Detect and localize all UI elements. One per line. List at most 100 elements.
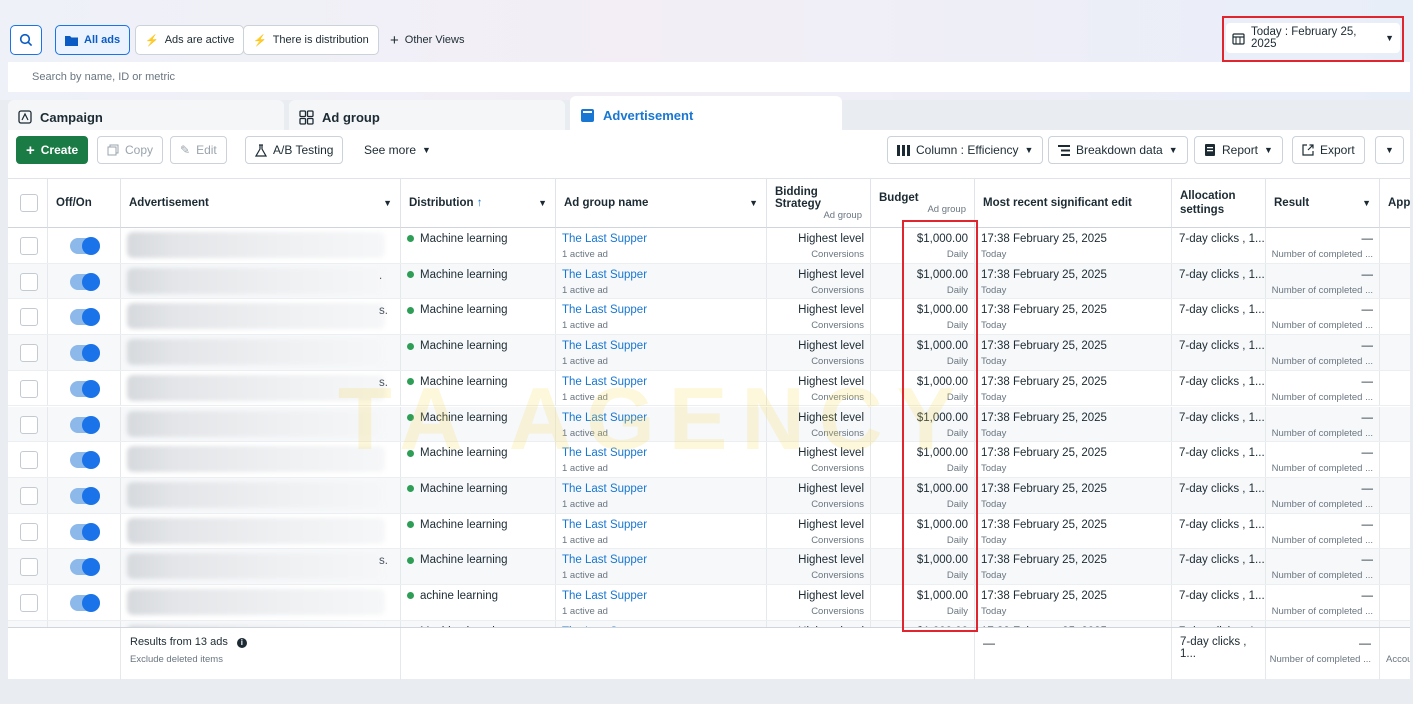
ad-group-link[interactable]: The Last Supper (562, 233, 647, 245)
row-checkbox[interactable] (20, 237, 38, 255)
ad-name-cell[interactable] (121, 513, 401, 549)
other-views-button[interactable]: + Other Views (380, 25, 474, 55)
tab-advertisement[interactable]: Advertisement (570, 96, 842, 134)
ad-name-cell[interactable] (121, 477, 401, 513)
ad-group-link[interactable]: The Last Supper (562, 269, 647, 281)
col-header-recent-edit[interactable]: Most recent significant edit (975, 178, 1172, 228)
col-header-ad-group-name[interactable]: Ad group name ▼ (556, 178, 767, 228)
column-preset-button[interactable]: Column : Efficiency ▼ (887, 136, 1044, 164)
result-value: — (1361, 554, 1374, 567)
row-checkbox[interactable] (20, 344, 38, 363)
ad-name-cell[interactable]: . (121, 263, 401, 299)
breakdown-button[interactable]: Breakdown data ▼ (1048, 136, 1188, 164)
ad-name-cell[interactable] (121, 585, 401, 620)
export-button[interactable]: Export (1292, 136, 1365, 164)
bidding-cell: Highest level Conversions (767, 299, 871, 335)
ad-group-link[interactable]: The Last Supper (562, 376, 647, 388)
copy-button[interactable]: Copy (97, 136, 164, 164)
info-icon[interactable]: i (236, 638, 247, 648)
row-checkbox[interactable] (20, 451, 38, 470)
ad-group-link[interactable]: The Last Supper (562, 447, 647, 459)
ad-toggle-switch[interactable] (70, 272, 100, 291)
table-row[interactable]: Machine learning The Last Supper 1 active … (8, 513, 1410, 550)
ad-name-cell[interactable] (121, 335, 401, 370)
table-row[interactable]: Machine learning The Last Supper 1 active … (8, 442, 1410, 478)
row-checkbox[interactable] (20, 415, 38, 434)
ad-toggle-switch[interactable] (70, 486, 100, 505)
edit-button[interactable]: ✎ Edit (170, 136, 227, 164)
create-button[interactable]: + Create (16, 136, 89, 164)
table-row[interactable]: Machine learning The Last Supper 1 active … (8, 335, 1410, 371)
row-checkbox[interactable] (20, 594, 38, 612)
col-header-advertisement[interactable]: Advertisement ▼ (121, 178, 401, 228)
all-ads-button[interactable]: All ads (55, 25, 131, 55)
ad-group-link[interactable]: The Last Supper (562, 340, 647, 352)
distribution-filter[interactable]: ⚡ There is distribution (243, 25, 379, 55)
ad-group-link[interactable]: The Last Supper (562, 519, 647, 531)
ad-toggle-switch[interactable] (70, 237, 100, 255)
table-row[interactable]: Machine learning The Last Supper 1 active … (8, 406, 1410, 443)
ad-toggle-switch[interactable] (70, 558, 100, 577)
bidding-value: Highest level (798, 375, 864, 388)
ad-name-cell[interactable]: s. (121, 549, 401, 584)
see-more-button[interactable]: See more ▼ (354, 136, 441, 164)
bidding-value: Highest level (798, 518, 864, 531)
col-header-bidding[interactable]: Bidding Strategy Ad group (767, 178, 871, 228)
ad-toggle-switch[interactable] (70, 451, 100, 470)
ad-toggle-switch[interactable] (70, 308, 100, 327)
row-checkbox[interactable] (20, 522, 38, 541)
result-value: — (1361, 482, 1374, 495)
ad-name-cell[interactable] (121, 442, 401, 477)
ads-active-filter[interactable]: ⚡ Ads are active (135, 25, 245, 55)
row-checkbox[interactable] (20, 272, 38, 291)
ad-toggle-switch[interactable] (70, 344, 100, 363)
ad-group-link[interactable]: The Last Supper (562, 554, 647, 566)
row-checkbox[interactable] (20, 379, 38, 398)
result-cell: — Number of completed ... (1266, 549, 1380, 584)
search-button[interactable] (10, 25, 42, 55)
table-row[interactable]: Machine learning The Last Supper 1 active … (8, 228, 1410, 264)
tab-ad-group[interactable]: Ad group (289, 100, 565, 134)
ad-group-link[interactable]: The Last Supper (562, 412, 647, 424)
ad-toggle-switch[interactable] (70, 415, 100, 434)
search-placeholder: Search by name, ID or metric (32, 71, 176, 83)
ad-name-cell[interactable]: s. (121, 370, 401, 406)
table-row[interactable]: . Machine learning The Last Supper 1 active… (8, 263, 1410, 300)
export-icon (1302, 144, 1314, 156)
bidding-sub: Conversions (811, 534, 864, 546)
ad-name-cell[interactable] (121, 406, 401, 442)
ab-testing-button[interactable]: A/B Testing (245, 136, 344, 164)
export-options-button[interactable]: ▼ (1375, 136, 1404, 164)
ad-toggle-switch[interactable] (70, 522, 100, 541)
ad-group-link[interactable]: The Last Supper (562, 590, 647, 602)
ad-group-link[interactable]: The Last Supper (562, 483, 647, 495)
table-row[interactable]: Machine learning The Last Supper 1 active … (8, 477, 1410, 514)
col-header-approval[interactable]: Appr (1380, 178, 1410, 228)
tab-campaign[interactable]: Campaign (8, 100, 284, 134)
ad-name-cell[interactable] (121, 228, 401, 263)
search-bar[interactable]: Search by name, ID or metric (8, 62, 1410, 92)
table-row[interactable]: s. Machine learning The Last Supper 1 activ… (8, 299, 1410, 336)
report-button[interactable]: Report ▼ (1194, 136, 1283, 164)
table-row[interactable]: achine learning The Last Supper 1 active a… (8, 585, 1410, 621)
row-checkbox[interactable] (20, 308, 38, 327)
col-header-off-on[interactable]: Off/On (48, 178, 121, 228)
footer-middle (401, 628, 975, 680)
distribution-cell: Machine learning (401, 513, 556, 549)
table-row[interactable]: s. Machine learning The Last Supper 1 activ… (8, 549, 1410, 585)
ad-toggle-switch[interactable] (70, 594, 100, 612)
row-checkbox[interactable] (20, 486, 38, 505)
allocation-label: Allocation settings (1180, 190, 1236, 216)
row-checkbox[interactable] (20, 558, 38, 577)
col-header-allocation[interactable]: Allocation settings (1172, 178, 1266, 228)
bidding-value: Highest level (798, 304, 864, 317)
select-all-checkbox[interactable] (20, 194, 38, 212)
table-row[interactable]: s. Machine learning The Last Supper 1 activ… (8, 370, 1410, 407)
col-header-distribution[interactable]: Distribution ↑ ▼ (401, 178, 556, 228)
ad-group-link[interactable]: The Last Supper (562, 304, 647, 316)
ad-name-cell[interactable]: If you find any information, please cont… (121, 620, 401, 627)
ad-name-cell[interactable]: s. (121, 299, 401, 335)
ad-toggle-switch[interactable] (70, 379, 100, 398)
ads-table-area: + Create Copy ✎ Edit A/B Testing See mor… (8, 130, 1410, 680)
col-header-result[interactable]: Result ▼ (1266, 178, 1380, 228)
